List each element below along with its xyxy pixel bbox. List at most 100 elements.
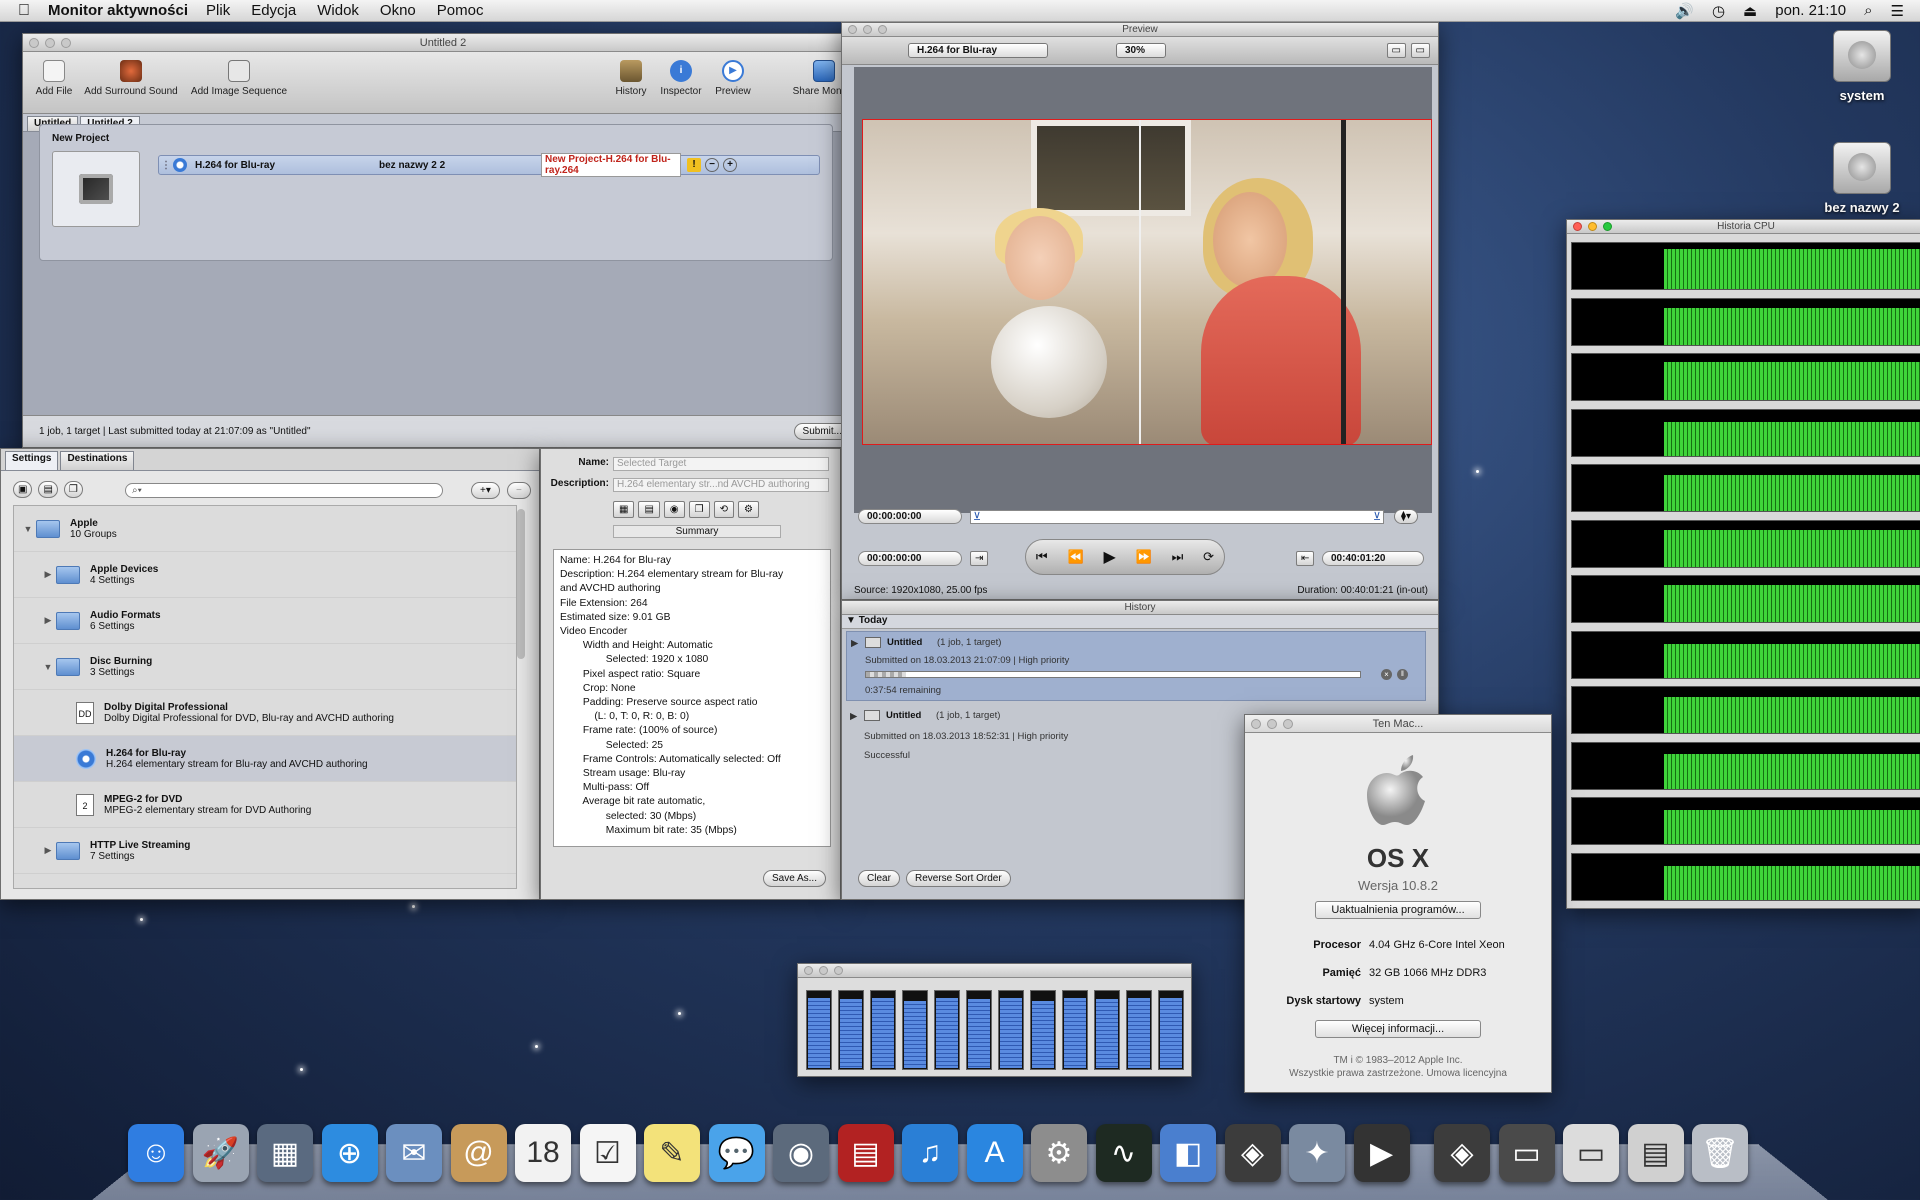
settings-row[interactable]: ▶ Audio Formats 6 Settings	[14, 598, 516, 644]
step-forward-icon[interactable]: ⏩	[1136, 549, 1152, 565]
disclosure-triangle-icon[interactable]: ▼	[40, 662, 56, 672]
menu-app-name[interactable]: Monitor aktywności	[48, 2, 188, 19]
side-view-icon[interactable]: ▭	[1410, 43, 1430, 58]
spotlight-icon[interactable]: ⌕	[1864, 2, 1872, 19]
window-titlebar[interactable]: Ten Mac...	[1245, 715, 1551, 733]
app-store-icon[interactable]: A	[966, 1124, 1023, 1182]
cancel-job-icon[interactable]: ×	[1381, 669, 1392, 680]
timecode-window-icon[interactable]: ▭	[1563, 1124, 1619, 1182]
apple-menu-icon[interactable]: 	[0, 2, 48, 20]
source-thumbnail[interactable]	[52, 151, 140, 227]
window-titlebar[interactable]: Preview	[842, 23, 1438, 37]
remove-target-icon[interactable]: −	[705, 158, 719, 172]
summary-pane-icon[interactable]: ▦	[613, 501, 635, 518]
volume-icon[interactable]: 🔊	[1675, 2, 1694, 20]
menu-edycja[interactable]: Edycja	[251, 2, 296, 19]
preview-button[interactable]: ▶ Preview	[709, 60, 757, 97]
window-controls[interactable]	[29, 38, 71, 48]
window-controls[interactable]	[1251, 719, 1293, 729]
mission-control-icon[interactable]: ▦	[257, 1124, 313, 1182]
current-timecode-field[interactable]: 00:00:00:00	[858, 551, 962, 566]
drag-handle-icon[interactable]: ⋮	[159, 160, 173, 171]
software-update-button[interactable]: Uaktualnienia programów...	[1315, 901, 1481, 919]
duplicate-button[interactable]: ▤	[38, 481, 58, 498]
copy-setting-button[interactable]: ❐	[63, 481, 83, 498]
history-group-header[interactable]: ▼ Today	[842, 615, 1438, 629]
disclosure-triangle-icon[interactable]: ▶	[851, 638, 858, 649]
disclosure-triangle-icon[interactable]: ▼	[20, 524, 36, 534]
settings-row[interactable]: 2 MPEG-2 for DVD MPEG-2 elementary stream …	[14, 782, 516, 828]
inspector-button[interactable]: i Inspector	[653, 60, 709, 97]
menu-widok[interactable]: Widok	[317, 2, 359, 19]
go-to-end-icon[interactable]: ⏭	[1172, 549, 1184, 565]
settings-row[interactable]: H.264 for Blu-ray H.264 elementary stream…	[14, 736, 516, 782]
settings-row[interactable]: ▶ Apple Devices 4 Settings	[14, 552, 516, 598]
actions-pane-icon[interactable]: ⚙	[738, 501, 759, 518]
timeline-scrubber[interactable]: ⊻ ⊻	[970, 510, 1384, 524]
menu-pomoc[interactable]: Pomoc	[437, 2, 484, 19]
go-to-out-icon[interactable]: ⇤	[1296, 551, 1315, 566]
calendar-icon[interactable]: 18	[515, 1124, 571, 1182]
compressor-running-icon[interactable]: ◈	[1434, 1124, 1490, 1182]
window-titlebar[interactable]: Historia CPU	[1567, 220, 1920, 234]
photo-booth-icon[interactable]: ▤	[837, 1124, 894, 1182]
warning-icon[interactable]: !	[687, 158, 701, 172]
window-controls[interactable]	[1573, 222, 1612, 231]
preview-setting-select[interactable]: H.264 for Blu-ray	[908, 43, 1048, 58]
job-destination[interactable]: bez nazwy 2 2	[365, 160, 535, 171]
notification-center-icon[interactable]: ☰	[1891, 2, 1904, 20]
finder-icon[interactable]: ☺	[128, 1124, 184, 1182]
compressor-icon[interactable]: ◈	[1224, 1124, 1281, 1182]
messages-icon[interactable]: 💬	[708, 1124, 765, 1182]
reminders-icon[interactable]: ☑	[579, 1124, 636, 1182]
split-view-icon[interactable]: ▭	[1386, 43, 1406, 58]
facetime-icon[interactable]: ◉	[773, 1124, 829, 1182]
notes-icon[interactable]: ✎	[644, 1124, 700, 1182]
add-file-button[interactable]: Add File	[29, 60, 79, 97]
go-to-in-icon[interactable]: ⇥	[970, 551, 989, 566]
disclosure-triangle-icon[interactable]: ▶	[40, 845, 56, 856]
loop-icon[interactable]: ⟳	[1203, 549, 1214, 565]
eject-icon[interactable]: ⏏	[1743, 2, 1757, 20]
add-image-sequence-button[interactable]: Add Image Sequence	[185, 60, 293, 97]
clear-history-button[interactable]: Clear	[858, 870, 900, 887]
safari-icon[interactable]: ⊕	[321, 1124, 378, 1182]
tab-settings[interactable]: Settings	[5, 451, 59, 470]
geometry-pane-icon[interactable]: ⟲	[713, 501, 734, 518]
in-timecode-field[interactable]: 00:00:00:00	[858, 509, 962, 524]
marker-menu-button[interactable]: ⧫▾	[1394, 509, 1418, 524]
reverse-sort-button[interactable]: Reverse Sort Order	[906, 870, 1011, 887]
description-field[interactable]: H.264 elementary str...nd AVCHD authorin…	[613, 478, 829, 492]
save-as-button[interactable]: Save As...	[762, 870, 826, 887]
itunes-icon[interactable]: ♫	[902, 1124, 958, 1182]
job-output-filename[interactable]: New Project-H.264 for Blu-ray.264	[541, 153, 681, 177]
settings-row[interactable]: DD Dolby Digital Professional Dolby Digita…	[14, 690, 516, 736]
menu-okno[interactable]: Okno	[380, 2, 416, 19]
keynote-icon[interactable]: ◧	[1160, 1124, 1216, 1182]
settings-search-input[interactable]: ⌕▾	[125, 483, 443, 498]
desktop-disk-bez-nazwy[interactable]: bez nazwy 2	[1812, 142, 1912, 215]
more-info-button[interactable]: Więcej informacji...	[1315, 1020, 1481, 1038]
remove-setting-button[interactable]: −	[507, 482, 531, 499]
menu-plik[interactable]: Plik	[206, 2, 230, 19]
frame-controls-icon[interactable]: ◉	[663, 501, 685, 518]
add-setting-button[interactable]: +▾	[471, 482, 500, 499]
play-icon[interactable]: ▶	[1103, 547, 1115, 567]
settings-row[interactable]: ▶ HTTP Live Streaming 7 Settings	[14, 828, 516, 874]
settings-window-icon[interactable]: ▤	[1627, 1124, 1684, 1182]
tab-destinations[interactable]: Destinations	[60, 451, 135, 470]
pause-job-icon[interactable]: ‖	[1397, 669, 1408, 680]
window-titlebar[interactable]: History	[842, 601, 1438, 615]
disclosure-triangle-icon[interactable]: ▶	[40, 569, 56, 580]
history-item-active[interactable]: ▶ Untitled (1 job, 1 target) Submitted o…	[846, 631, 1426, 701]
mail-icon[interactable]: ✉	[386, 1124, 442, 1182]
system-preferences-icon[interactable]: ⚙	[1031, 1124, 1087, 1182]
menu-clock[interactable]: pon. 21:10	[1775, 2, 1846, 19]
in-point-marker[interactable]: ⊻	[973, 510, 981, 523]
window-titlebar[interactable]: Untitled 2	[23, 34, 863, 52]
settings-row[interactable]: ▼ Disc Burning 3 Settings	[14, 644, 516, 690]
history-button[interactable]: History	[609, 60, 653, 97]
job-target-row[interactable]: ⋮ H.264 for Blu-ray bez nazwy 2 2 New Pr…	[158, 153, 820, 177]
activity-monitor-icon[interactable]: ∿	[1095, 1124, 1152, 1182]
summary-tab-label[interactable]: Summary	[613, 525, 781, 538]
